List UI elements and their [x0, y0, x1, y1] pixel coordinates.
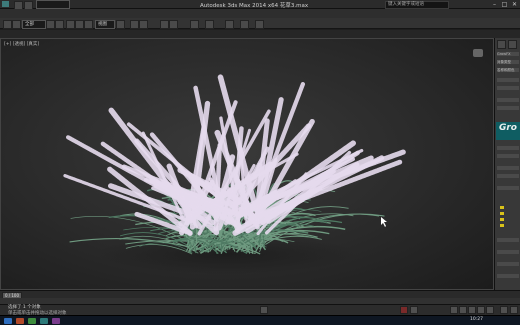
panel-row[interactable] [497, 274, 519, 278]
go-to-end-icon[interactable] [486, 306, 494, 314]
panel-row-growfx[interactable]: GrowFX [497, 52, 519, 56]
ribbon-tabs [0, 30, 520, 38]
play-icon[interactable] [468, 306, 476, 314]
panel-row[interactable] [497, 262, 519, 266]
title-bar: Autodesk 3ds Max 2014 x64 花草3.max 键入关键字或… [0, 0, 520, 10]
prev-frame-icon[interactable] [459, 306, 467, 314]
panel-row[interactable] [497, 106, 519, 110]
create-tab-icon[interactable] [497, 40, 506, 49]
next-frame-icon[interactable] [477, 306, 485, 314]
align-icon[interactable] [169, 20, 178, 29]
set-key-button[interactable] [410, 306, 418, 314]
reference-coord-dropdown[interactable]: 视图 [95, 20, 115, 29]
lock-icon[interactable] [260, 306, 268, 314]
panel-row-name-color[interactable]: 名称和颜色 [497, 68, 519, 72]
panel-row[interactable] [497, 86, 519, 90]
cursor-icon [381, 217, 387, 227]
panel-row[interactable] [497, 98, 519, 102]
move-icon[interactable] [66, 20, 75, 29]
unlink-icon[interactable] [12, 20, 21, 29]
render-icon[interactable] [255, 20, 264, 29]
link-icon[interactable] [3, 20, 12, 29]
rotate-icon[interactable] [75, 20, 84, 29]
taskbar-app-icon[interactable] [28, 318, 36, 324]
growfx-logo: Gro [496, 122, 520, 140]
curve-editor-icon[interactable] [205, 20, 214, 29]
time-slider[interactable]: 0 / 100 [0, 290, 520, 299]
main-toolbar: 全部 视图 [0, 18, 520, 29]
select-icon[interactable] [46, 20, 55, 29]
status-bar: 选择了 1 个对象 单击或单击并拖动以选择对象 [0, 304, 520, 316]
panel-row[interactable] [497, 186, 519, 190]
panel-row-object-type[interactable]: 对象类型 [497, 60, 519, 64]
modify-tab-icon[interactable] [508, 40, 517, 49]
panel-row[interactable] [497, 250, 519, 254]
command-panel: GrowFX 对象类型 名称和颜色 Gro [494, 38, 520, 290]
checklist-item-icon[interactable] [500, 224, 504, 227]
pivot-icon[interactable] [116, 20, 125, 29]
search-input[interactable]: 键入关键字或短语 [385, 1, 449, 9]
checklist-item-icon[interactable] [500, 218, 504, 221]
os-taskbar: 10:27 [0, 315, 520, 325]
start-icon[interactable] [4, 318, 12, 324]
auto-key-button[interactable] [400, 306, 408, 314]
mirror-icon[interactable] [160, 20, 169, 29]
orbit-icon[interactable] [510, 306, 518, 314]
checklist-item-icon[interactable] [500, 206, 504, 209]
angle-snap-icon[interactable] [139, 20, 148, 29]
panel-row[interactable] [497, 146, 519, 150]
panel-row[interactable] [497, 238, 519, 242]
zoom-icon[interactable] [500, 306, 508, 314]
taskbar-app-icon[interactable] [16, 318, 24, 324]
maximize-button[interactable]: □ [500, 1, 509, 8]
scale-icon[interactable] [84, 20, 93, 29]
snap-icon[interactable] [130, 20, 139, 29]
taskbar-app-icon[interactable] [40, 318, 48, 324]
flower-spikes-group [63, 73, 407, 236]
layer-icon[interactable] [190, 20, 199, 29]
menu-bar [0, 9, 520, 18]
app-menu-icon[interactable] [2, 1, 9, 7]
selection-filter-dropdown[interactable]: 全部 [22, 20, 46, 29]
panel-row[interactable] [497, 154, 519, 158]
window-title: Autodesk 3ds Max 2014 x64 花草3.max [200, 3, 309, 9]
checklist-item-icon[interactable] [500, 212, 504, 215]
panel-row[interactable] [497, 174, 519, 178]
minimize-button[interactable]: – [490, 1, 499, 8]
select-by-name-icon[interactable] [55, 20, 64, 29]
render-setup-icon[interactable] [240, 20, 249, 29]
plant-render [63, 73, 407, 274]
material-editor-icon[interactable] [225, 20, 234, 29]
workspace-dropdown[interactable] [36, 0, 70, 9]
close-button[interactable]: ✕ [510, 1, 519, 8]
go-to-start-icon[interactable] [450, 306, 458, 314]
panel-row[interactable] [497, 78, 519, 82]
panel-row[interactable] [497, 166, 519, 170]
taskbar-app-icon[interactable] [52, 318, 60, 324]
system-clock: 10:27 [470, 317, 483, 322]
perspective-viewport[interactable]: [+] [透视] [真实] [0, 38, 494, 290]
